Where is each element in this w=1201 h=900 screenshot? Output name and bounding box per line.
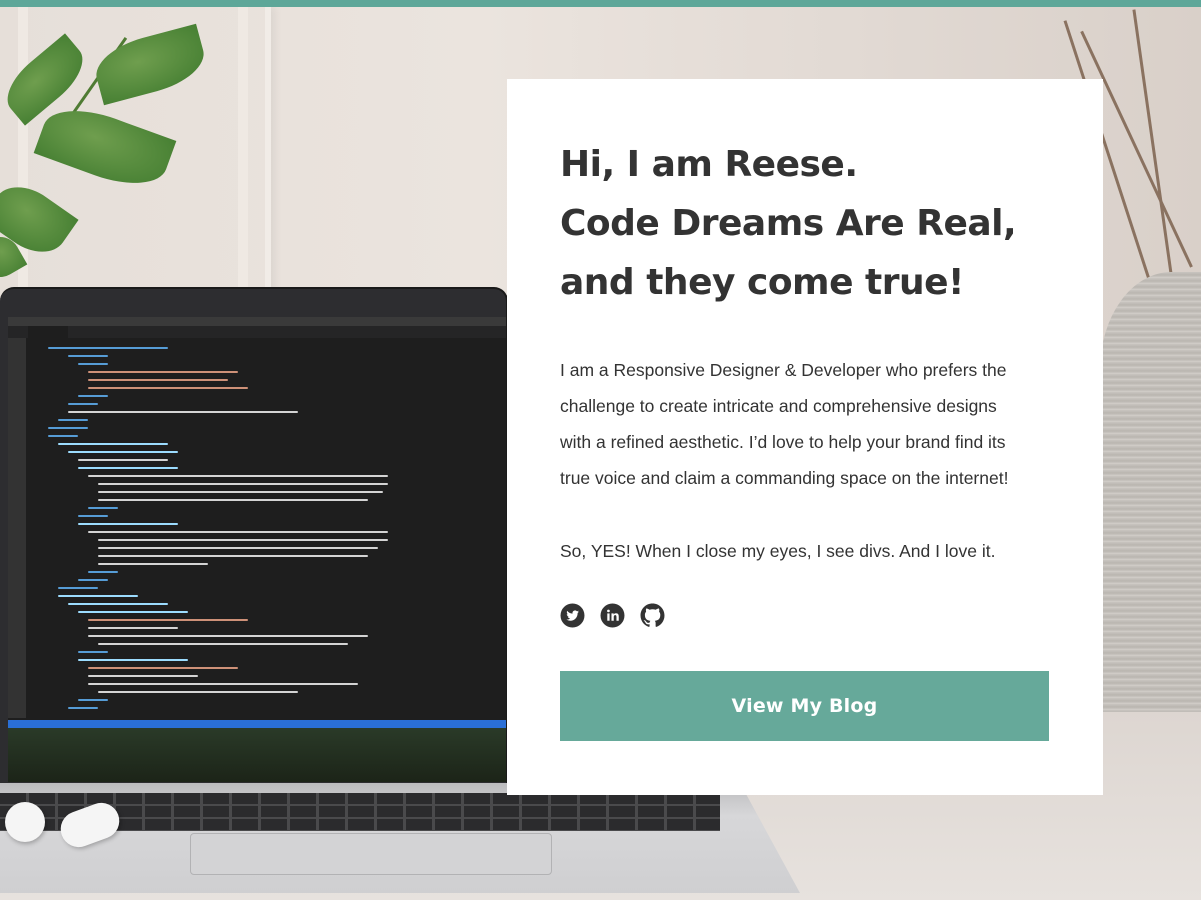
bio-line: I am a Responsive Designer & Developer w… [560,360,1007,380]
headline-line: Code Dreams Are Real, [560,203,1017,244]
earbud-left [5,802,45,842]
twitter-icon [560,603,585,628]
github-icon [640,603,665,627]
bio-paragraph: I am a Responsive Designer & Developer w… [560,352,1060,496]
bio-line: challenge to create intricate and compre… [560,396,997,416]
intro-card: Hi, I am Reese. Code Dreams Are Real, an… [507,79,1103,795]
bio-line: with a refined aesthetic. I’d love to he… [560,432,1006,452]
laptop-trackpad [190,833,552,875]
twitter-link[interactable] [560,603,585,628]
headline-line: Hi, I am Reese. [560,144,858,185]
bio-line: true voice and claim a commanding space … [560,468,1009,488]
linkedin-link[interactable] [600,603,625,628]
headline-line: and they come true! [560,262,964,303]
linkedin-icon [600,603,625,628]
laptop-screen [0,287,508,791]
tagline: So, YES! When I close my eyes, I see div… [560,541,996,561]
desktop-dock [8,728,506,782]
hero-headline: Hi, I am Reese. Code Dreams Are Real, an… [560,135,1080,312]
view-blog-button[interactable]: View My Blog [560,671,1049,741]
code-editor-screen [8,317,506,782]
top-accent-bar [0,0,1201,7]
github-link[interactable] [640,603,665,628]
social-links [560,603,665,628]
